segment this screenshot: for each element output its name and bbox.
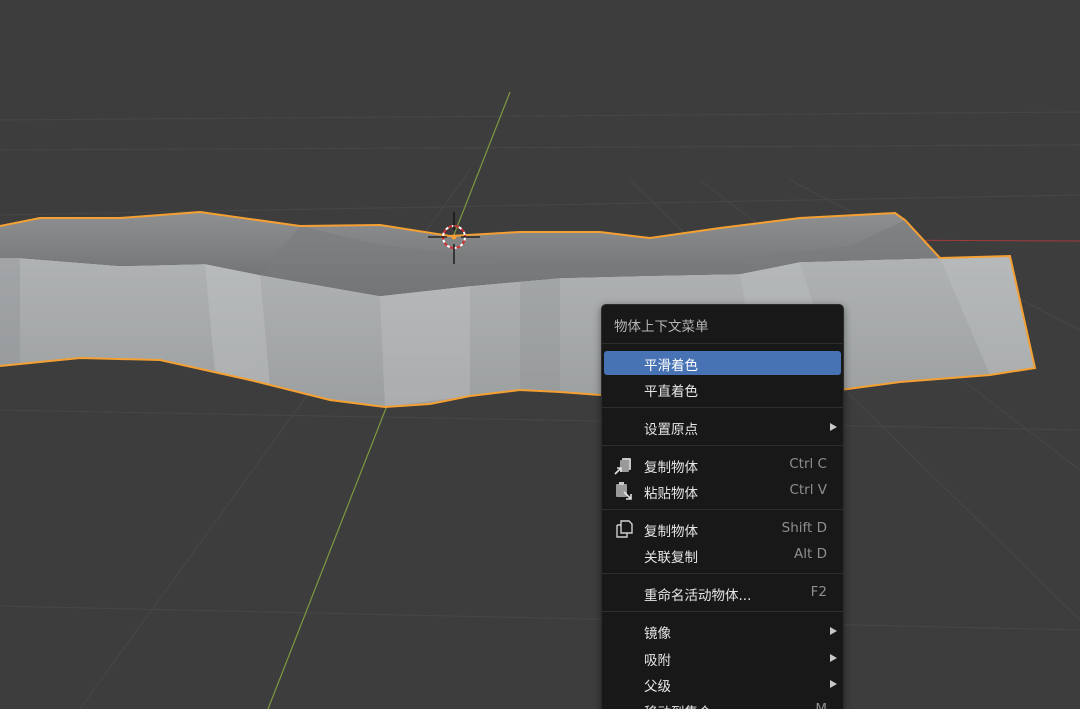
menu-separator xyxy=(602,343,843,344)
menu-item-set-origin[interactable]: 设置原点 xyxy=(604,415,841,439)
duplicate-icon xyxy=(616,520,633,538)
submenu-arrow-icon xyxy=(830,423,837,431)
menu-item-label: 关联复制 xyxy=(644,550,698,566)
menu-title: 物体上下文菜单 xyxy=(614,319,709,335)
menu-item-paste-objects[interactable]: 粘贴物体 Ctrl V xyxy=(604,479,841,503)
menu-item-label: 移动到集合 xyxy=(644,701,712,709)
menu-item-label: 复制物体 xyxy=(644,524,698,540)
paste-from-buffer-icon xyxy=(616,482,632,500)
menu-item-label: 吸附 xyxy=(644,653,671,669)
menu-separator xyxy=(602,445,843,446)
menu-item-duplicate-linked[interactable]: 关联复制 Alt D xyxy=(604,543,841,567)
menu-item-label: 设置原点 xyxy=(644,422,698,438)
menu-item-shade-flat[interactable]: 平直着色 xyxy=(604,377,841,401)
floor-grid xyxy=(0,111,1080,709)
menu-item-copy-objects[interactable]: 复制物体 Ctrl C xyxy=(604,453,841,477)
menu-item-shortcut: F2 xyxy=(810,584,827,600)
3d-viewport[interactable]: 物体上下文菜单 平滑着色 平直着色 设置原点 复制物体 Ctrl C 粘贴物体 … xyxy=(0,0,1080,709)
menu-item-duplicate-objects[interactable]: 复制物体 Shift D xyxy=(604,517,841,541)
menu-item-label: 粘贴物体 xyxy=(644,486,698,502)
menu-item-label: 重命名活动物体... xyxy=(644,588,752,604)
menu-item-label: 复制物体 xyxy=(644,460,698,476)
menu-item-label: 平直着色 xyxy=(644,384,698,400)
menu-item-rename-active[interactable]: 重命名活动物体... F2 xyxy=(604,581,841,605)
object-context-menu: 物体上下文菜单 平滑着色 平直着色 设置原点 复制物体 Ctrl C 粘贴物体 … xyxy=(601,304,844,709)
viewport-scene xyxy=(0,91,1080,709)
menu-item-shortcut: Ctrl C xyxy=(789,456,827,472)
menu-item-label: 镜像 xyxy=(644,626,671,642)
submenu-arrow-icon xyxy=(830,627,837,635)
copy-to-buffer-icon xyxy=(614,458,631,475)
menu-item-snap[interactable]: 吸附 xyxy=(604,646,841,670)
menu-item-label: 平滑着色 xyxy=(644,358,698,374)
menu-separator xyxy=(602,509,843,510)
menu-item-parent[interactable]: 父级 xyxy=(604,672,841,696)
menu-item-shortcut: M xyxy=(815,701,827,709)
submenu-arrow-icon xyxy=(830,654,837,662)
menu-item-mirror[interactable]: 镜像 xyxy=(604,619,841,643)
menu-item-move-to-collection[interactable]: 移动到集合 M xyxy=(604,698,841,709)
menu-item-shortcut: Shift D xyxy=(781,520,827,536)
menu-item-label: 父级 xyxy=(644,679,671,695)
menu-separator xyxy=(602,573,843,574)
menu-item-shortcut: Alt D xyxy=(794,546,827,562)
submenu-arrow-icon xyxy=(830,680,837,688)
menu-separator xyxy=(602,407,843,408)
menu-separator xyxy=(602,611,843,612)
menu-item-shortcut: Ctrl V xyxy=(789,482,827,498)
menu-item-shade-smooth[interactable]: 平滑着色 xyxy=(604,351,841,375)
